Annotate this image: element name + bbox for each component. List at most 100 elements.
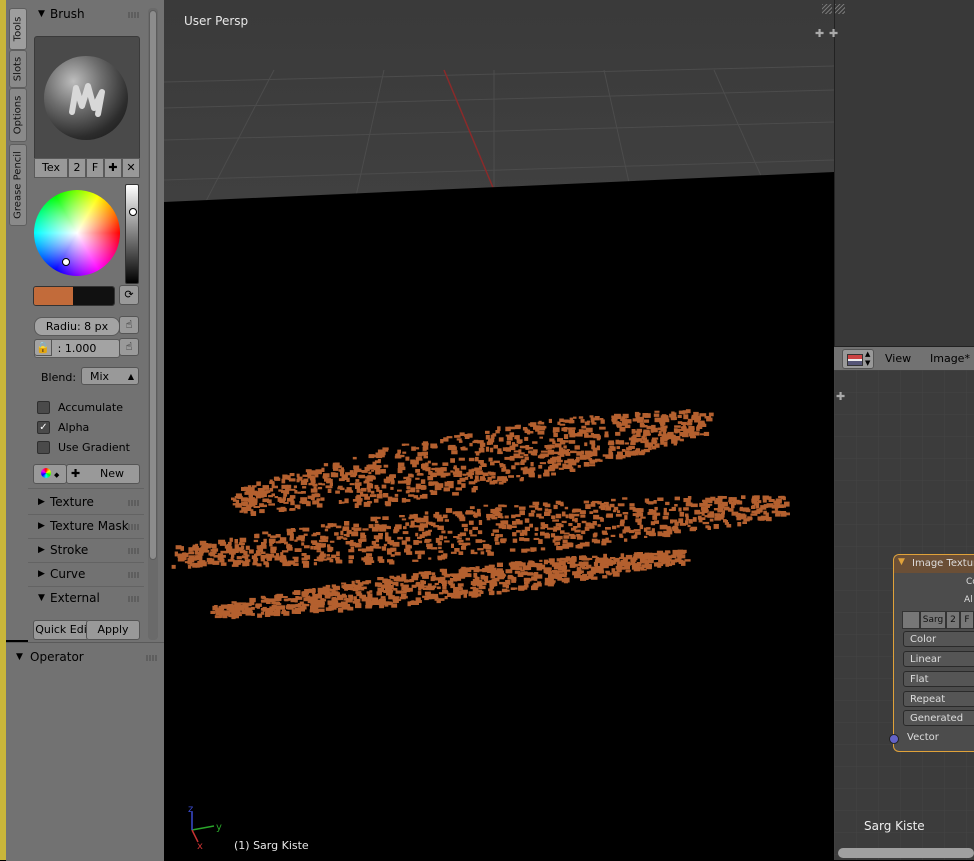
node-collapse-icon[interactable]: ▼: [898, 557, 905, 567]
paint-speck: [672, 416, 677, 420]
tab-grease-pencil[interactable]: Grease Pencil: [9, 144, 27, 226]
image-name-field[interactable]: Sarg: [920, 611, 946, 629]
image-fake-user-button[interactable]: F: [960, 611, 974, 629]
value-slider-knob[interactable]: [129, 208, 137, 216]
paint-speck: [509, 455, 515, 461]
3d-viewport[interactable]: y x z User Persp (1) Sarg Kiste: [164, 0, 834, 860]
paint-speck: [367, 489, 371, 493]
brush-tex-button[interactable]: Tex: [34, 158, 68, 178]
panel-scrollbar-thumb[interactable]: [149, 10, 157, 560]
drag-grip-icon[interactable]: [128, 572, 140, 578]
paint-speck: [459, 532, 467, 537]
new-palette-button[interactable]: ✚ New: [66, 464, 140, 484]
region-expand-icon[interactable]: ✚: [836, 390, 845, 403]
brush-panel-header[interactable]: ▼ Brush: [28, 4, 144, 26]
color-swatches[interactable]: [33, 286, 115, 306]
secondary-color-swatch[interactable]: [73, 287, 114, 305]
paint-speck: [607, 442, 615, 446]
tab-tools[interactable]: Tools: [9, 8, 27, 50]
paint-speck: [618, 453, 623, 457]
source-dropdown[interactable]: Generated: [903, 710, 974, 726]
horizontal-scrollbar[interactable]: [838, 848, 974, 858]
strength-pressure-icon[interactable]: ☝: [119, 338, 139, 356]
paint-speck: [430, 443, 438, 449]
color-space-dropdown[interactable]: Color: [903, 631, 974, 647]
paint-speck: [296, 478, 300, 483]
drag-grip-icon[interactable]: [128, 524, 140, 530]
area-corner-handle[interactable]: [822, 4, 832, 14]
operator-panel-header[interactable]: ▼ Operator: [12, 647, 162, 669]
quick-edit-button[interactable]: Quick Edi: [33, 620, 89, 640]
paint-speck: [382, 578, 388, 584]
primary-color-swatch[interactable]: [34, 287, 73, 305]
blend-dropdown[interactable]: Mix ▲: [81, 367, 139, 385]
paint-speck: [336, 551, 340, 557]
interpolation-dropdown[interactable]: Linear: [903, 651, 974, 667]
paint-speck: [492, 511, 496, 514]
image-browse-icon[interactable]: [902, 611, 920, 629]
alpha-checkbox[interactable]: ✓: [37, 421, 50, 434]
palette-selector[interactable]: ◆: [33, 464, 67, 484]
paint-speck: [318, 601, 325, 606]
paint-speck: [588, 435, 594, 438]
use-gradient-checkbox[interactable]: [37, 441, 50, 454]
region-expand-icon[interactable]: ✚: [829, 27, 838, 40]
brush-users-count[interactable]: 2: [68, 158, 86, 178]
image-users-count[interactable]: 2: [946, 611, 960, 629]
paint-speck: [588, 464, 596, 467]
area-corner-handle[interactable]: [835, 4, 845, 14]
menu-view[interactable]: View: [885, 352, 911, 365]
paint-speck: [196, 555, 203, 558]
color-wheel[interactable]: [34, 190, 120, 276]
node-title: Image Texture: [912, 558, 974, 569]
value-slider[interactable]: [125, 184, 139, 284]
node-header[interactable]: ▼ Image Texture: [894, 555, 974, 573]
drag-grip-icon[interactable]: [128, 596, 140, 602]
accumulate-checkbox[interactable]: [37, 401, 50, 414]
paint-speck: [632, 418, 638, 422]
paint-speck: [211, 543, 217, 549]
apply-button[interactable]: Apply: [86, 620, 140, 640]
paint-speck: [289, 604, 296, 609]
paint-speck: [464, 573, 471, 577]
projection-dropdown[interactable]: Flat: [903, 671, 974, 687]
radius-field[interactable]: Radiu: 8 px: [34, 317, 120, 336]
paint-speck: [377, 587, 384, 592]
swap-colors-icon[interactable]: ⟳: [119, 285, 139, 305]
drag-grip-icon[interactable]: [128, 500, 140, 506]
remove-brush-icon[interactable]: ✕: [122, 158, 140, 178]
drag-grip-icon[interactable]: [128, 548, 140, 554]
paint-speck: [500, 520, 506, 523]
texture-mask-panel-header[interactable]: ▶ Texture Mask: [28, 516, 144, 538]
curve-panel-header[interactable]: ▶ Curve: [28, 564, 144, 586]
editor-type-selector[interactable]: ▲ ▼: [842, 349, 874, 369]
drag-grip-icon[interactable]: [128, 12, 140, 18]
paint-speck: [405, 490, 410, 494]
paint-speck: [254, 557, 259, 562]
vector-input-socket[interactable]: [889, 734, 899, 744]
texture-panel-header[interactable]: ▶ Texture: [28, 492, 144, 514]
tab-options[interactable]: Options: [9, 88, 27, 142]
panel-scrollbar[interactable]: [148, 8, 158, 640]
paint-speck: [402, 531, 409, 535]
y-axis-label: y: [216, 822, 222, 833]
drag-grip-icon[interactable]: [146, 655, 158, 661]
brush-fake-user-button[interactable]: F: [86, 158, 104, 178]
color-wheel-cursor[interactable]: [62, 258, 70, 266]
paint-speck: [377, 449, 385, 455]
paint-speck: [301, 560, 307, 564]
tab-slots[interactable]: Slots: [9, 50, 27, 88]
external-panel-header[interactable]: ▼ External: [28, 588, 144, 610]
region-expand-icon[interactable]: ✚: [815, 27, 824, 40]
radius-pressure-icon[interactable]: ☝: [119, 316, 139, 334]
paint-speck: [585, 557, 593, 560]
paint-speck: [656, 562, 664, 566]
stroke-panel-header[interactable]: ▶ Stroke: [28, 540, 144, 562]
lock-icon[interactable]: 🔒: [34, 339, 52, 356]
menu-image[interactable]: Image*: [930, 352, 970, 365]
new-label: New: [100, 467, 124, 480]
paint-speck: [461, 545, 467, 550]
add-brush-icon[interactable]: ✚: [104, 158, 122, 178]
paint-speck: [436, 586, 441, 590]
extension-dropdown[interactable]: Repeat: [903, 691, 974, 707]
